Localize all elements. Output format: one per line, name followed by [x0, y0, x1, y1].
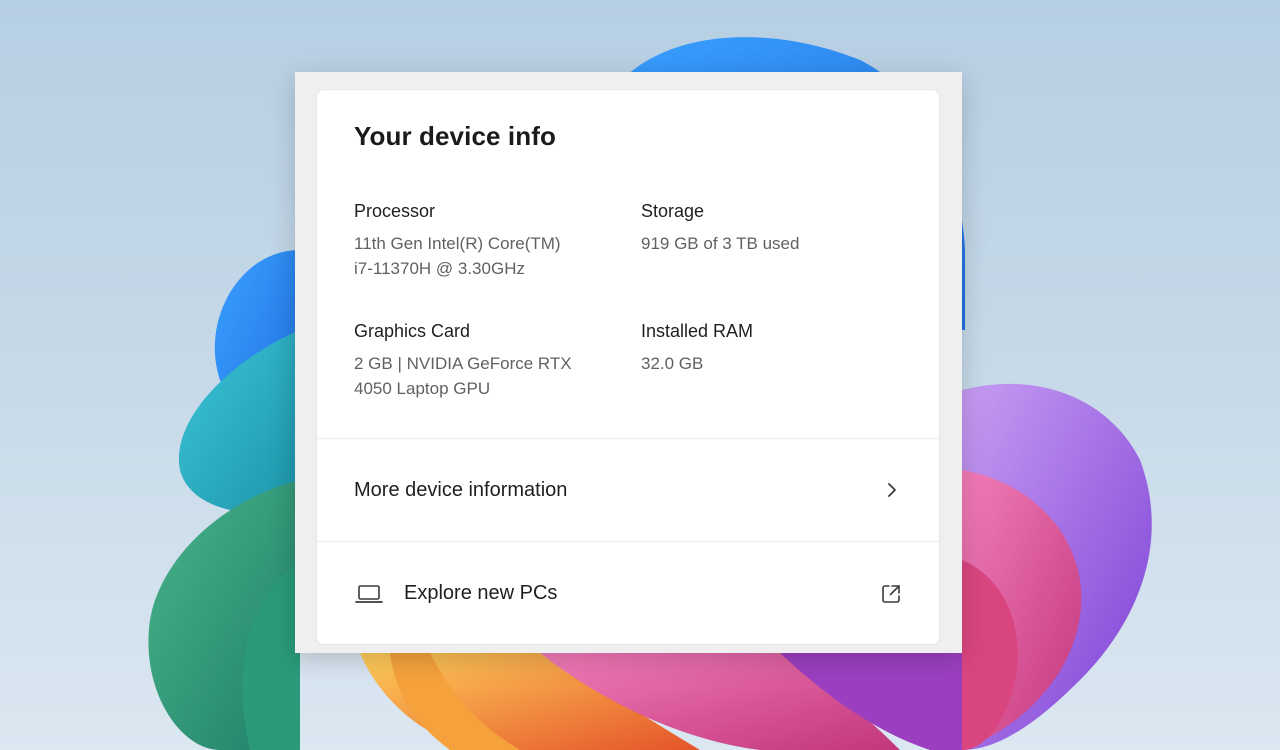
processor-value-line2: i7-11370H @ 3.30GHz	[354, 259, 525, 278]
panel-title: Your device info	[354, 121, 556, 151]
processor-spec: Processor 11th Gen Intel(R) Core(TM) i7-…	[354, 199, 604, 281]
storage-label: Storage	[641, 201, 705, 221]
device-info-card: Your device info Processor 11th Gen Inte…	[316, 89, 940, 645]
more-device-information-button[interactable]: More device information	[317, 439, 939, 542]
processor-value-line1: 11th Gen Intel(R) Core(TM)	[354, 234, 561, 253]
more-device-information-label: More device information	[354, 478, 568, 501]
storage-value: 919 GB of 3 TB used	[641, 231, 891, 256]
installed-ram-spec: Installed RAM 32.0 GB	[641, 319, 891, 376]
storage-value-line1: 919 GB of 3 TB used	[641, 234, 800, 253]
graphics-card-value-line1: 2 GB | NVIDIA GeForce RTX	[354, 354, 572, 373]
installed-ram-value-line1: 32.0 GB	[641, 354, 704, 373]
graphics-card-value-line2: 4050 Laptop GPU	[354, 379, 491, 398]
device-specs-section: Your device info Processor 11th Gen Inte…	[317, 90, 939, 439]
storage-spec: Storage 919 GB of 3 TB used	[641, 199, 891, 256]
chevron-right-icon	[882, 480, 902, 500]
installed-ram-label: Installed RAM	[641, 321, 754, 341]
external-link-icon	[880, 583, 902, 605]
graphics-card-value: 2 GB | NVIDIA GeForce RTX 4050 Laptop GP…	[354, 351, 604, 401]
processor-value: 11th Gen Intel(R) Core(TM) i7-11370H @ 3…	[354, 231, 604, 281]
processor-label: Processor	[354, 201, 436, 221]
installed-ram-value: 32.0 GB	[641, 351, 891, 376]
graphics-card-label: Graphics Card	[354, 321, 471, 341]
laptop-icon	[354, 582, 384, 606]
explore-new-pcs-link[interactable]: Explore new PCs	[317, 542, 939, 644]
graphics-card-spec: Graphics Card 2 GB | NVIDIA GeForce RTX …	[354, 319, 604, 401]
device-info-panel: Your device info Processor 11th Gen Inte…	[295, 72, 962, 653]
explore-new-pcs-label: Explore new PCs	[404, 582, 558, 604]
